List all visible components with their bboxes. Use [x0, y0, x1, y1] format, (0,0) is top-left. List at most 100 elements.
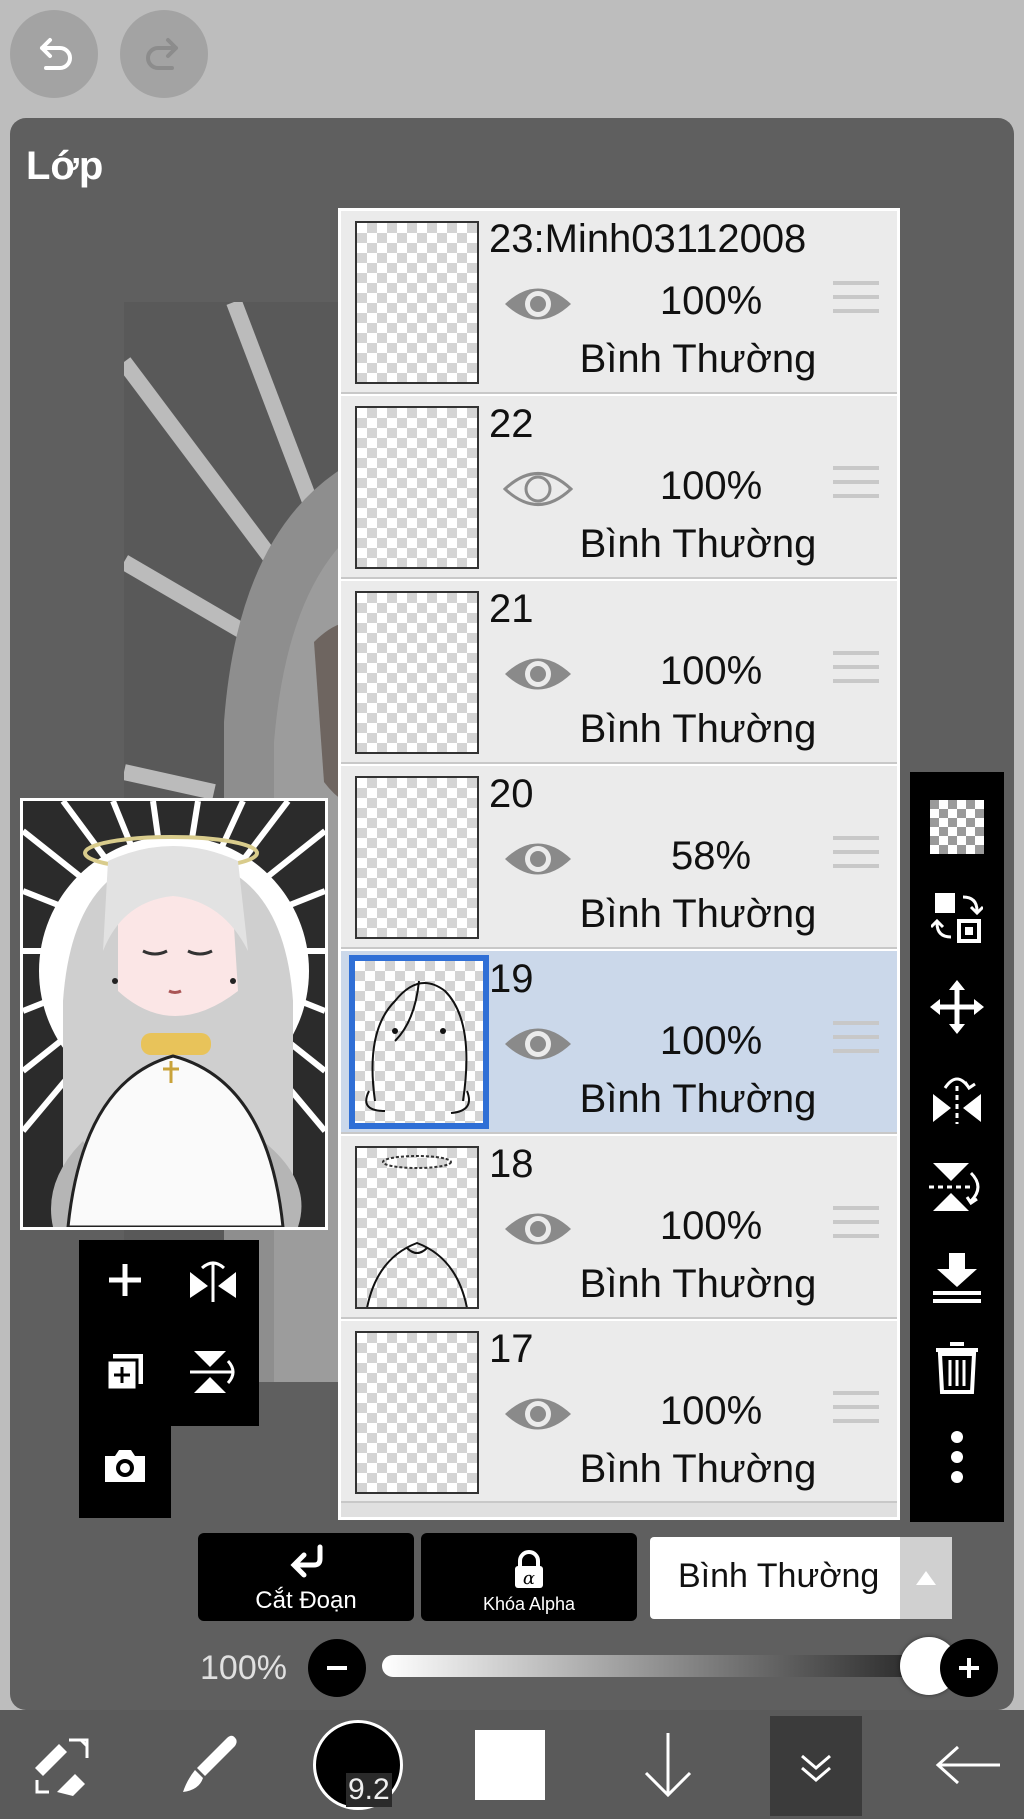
layer-row[interactable]: 18 100% Bình Thường — [341, 1136, 897, 1319]
transparency-icon — [930, 800, 984, 854]
opacity-control: 100% — [200, 1635, 1000, 1699]
top-bar — [0, 0, 1024, 118]
blend-mode-arrow[interactable] — [900, 1537, 952, 1619]
delete-layer-button[interactable] — [910, 1322, 1004, 1412]
layer-row[interactable]: 19 100% Bình Thường — [341, 951, 897, 1134]
layer-opacity: 100% — [659, 464, 763, 508]
flip-horizontal-button[interactable] — [910, 1052, 1004, 1142]
visibility-eye-icon[interactable] — [503, 651, 573, 697]
layer-thumbnail[interactable] — [355, 776, 479, 939]
more-icon — [951, 1431, 963, 1483]
layer-thumbnail[interactable] — [355, 221, 479, 384]
camera-icon — [105, 1450, 145, 1482]
merge-down-icon — [933, 1253, 981, 1303]
layer-blend-mode: Bình Thường — [579, 1447, 817, 1491]
visibility-eye-icon[interactable] — [503, 1021, 573, 1067]
move-icon — [930, 980, 984, 1034]
preview-artwork — [23, 801, 325, 1227]
layer-row[interactable]: 21 100% Bình Thường — [341, 581, 897, 764]
flip-vertical-icon — [929, 1163, 980, 1211]
brush-size-button[interactable]: 9.2 — [310, 1710, 406, 1819]
transparency-button[interactable] — [910, 782, 1004, 872]
layer-row[interactable]: 22 100% Bình Thường — [341, 396, 897, 579]
brush-size-icon: 9.2 — [313, 1719, 403, 1810]
opacity-increase-button[interactable] — [940, 1639, 998, 1697]
visibility-eye-icon[interactable] — [503, 1206, 573, 1252]
layer-opacity: 100% — [659, 279, 763, 323]
flip-vertical-button[interactable] — [910, 1142, 1004, 1232]
drag-handle-icon[interactable] — [833, 466, 879, 502]
layer-blend-mode: Bình Thường — [579, 337, 817, 381]
trash-icon — [936, 1342, 978, 1394]
back-button[interactable] — [920, 1710, 1016, 1819]
move-button[interactable] — [910, 962, 1004, 1052]
flip-h-button[interactable] — [173, 1240, 253, 1320]
flip-h-icon — [190, 1261, 236, 1302]
layer-opacity: 58% — [670, 834, 752, 878]
transform-icon — [35, 1738, 89, 1796]
lock-icon: α — [515, 1550, 543, 1589]
flip-v-icon — [190, 1351, 235, 1393]
canvas-preview[interactable] — [20, 798, 328, 1230]
swap-layer-button[interactable] — [910, 872, 1004, 962]
drag-handle-icon[interactable] — [833, 1391, 879, 1427]
flip-v-button[interactable] — [173, 1332, 253, 1412]
brush-tool-button[interactable] — [160, 1710, 256, 1819]
collapse-icon — [801, 1754, 831, 1782]
redo-icon — [146, 38, 178, 70]
add-layer-duplicate-icon — [105, 1354, 143, 1392]
drag-handle-icon[interactable] — [833, 836, 879, 872]
visibility-eye-icon[interactable] — [502, 466, 574, 512]
visibility-eye-icon[interactable] — [503, 1391, 573, 1437]
redo-button[interactable] — [120, 10, 208, 98]
layer-thumbnail[interactable] — [355, 591, 479, 754]
minus-icon — [327, 1666, 347, 1670]
layer-opacity: 100% — [659, 1204, 763, 1248]
layer-down-button[interactable] — [620, 1710, 716, 1819]
opacity-decrease-button[interactable] — [308, 1639, 366, 1697]
drag-handle-icon[interactable] — [833, 281, 879, 317]
layer-thumbnail[interactable] — [355, 1146, 479, 1309]
blend-mode-select[interactable]: Bình Thường — [650, 1537, 952, 1619]
color-button[interactable] — [462, 1710, 558, 1819]
layer-name: 23:Minh03112008 — [489, 217, 807, 261]
opacity-slider-track[interactable] — [382, 1655, 922, 1677]
drag-handle-icon[interactable] — [833, 651, 879, 687]
layer-name: 19 — [489, 957, 534, 1001]
layer-opacity: 100% — [659, 649, 763, 693]
collapse-button[interactable] — [770, 1716, 862, 1816]
drag-handle-icon[interactable] — [833, 1021, 879, 1057]
camera-button[interactable] — [85, 1426, 165, 1506]
add-layer-button[interactable] — [85, 1240, 165, 1320]
back-arrow-icon — [935, 1745, 1000, 1784]
more-button[interactable] — [910, 1412, 1004, 1502]
layer-name: 20 — [489, 772, 534, 816]
swap-layer-icon — [931, 893, 983, 943]
drag-handle-icon[interactable] — [833, 1206, 879, 1242]
layer-name: 21 — [489, 587, 534, 631]
layer-row[interactable]: 23:Minh03112008 100% Bình Thường — [341, 211, 897, 394]
visibility-eye-icon[interactable] — [503, 281, 573, 327]
layer-name: 17 — [489, 1327, 534, 1371]
layer-list[interactable]: 23:Minh03112008 100% Bình Thường 22 100% Bình… — [338, 208, 900, 1520]
layer-thumbnail[interactable] — [355, 1331, 479, 1494]
alpha-lock-label: Khóa Alpha — [482, 1594, 576, 1614]
layer-thumbnail[interactable] — [349, 955, 489, 1129]
flip-horizontal-icon — [933, 1077, 981, 1124]
triangle-up-icon — [916, 1571, 936, 1585]
layer-row[interactable]: 17 100% Bình Thường — [341, 1321, 897, 1504]
alpha-lock-button[interactable]: α Khóa Alpha — [421, 1533, 637, 1621]
visibility-eye-icon[interactable] — [503, 836, 573, 882]
clip-button[interactable]: Cắt Đoạn — [198, 1533, 414, 1621]
color-swatch-icon — [475, 1729, 545, 1800]
undo-button[interactable] — [10, 10, 98, 98]
plus-icon — [959, 1658, 979, 1678]
layer-name: 22 — [489, 402, 534, 446]
merge-down-button[interactable] — [910, 1232, 1004, 1322]
duplicate-layer-button[interactable] — [85, 1332, 165, 1412]
layer-blend-mode: Bình Thường — [579, 1077, 817, 1121]
brush-icon — [183, 1735, 237, 1792]
transform-tool-button[interactable] — [14, 1710, 110, 1819]
layer-thumbnail[interactable] — [355, 406, 479, 569]
layer-row[interactable]: 20 58% Bình Thường — [341, 766, 897, 949]
